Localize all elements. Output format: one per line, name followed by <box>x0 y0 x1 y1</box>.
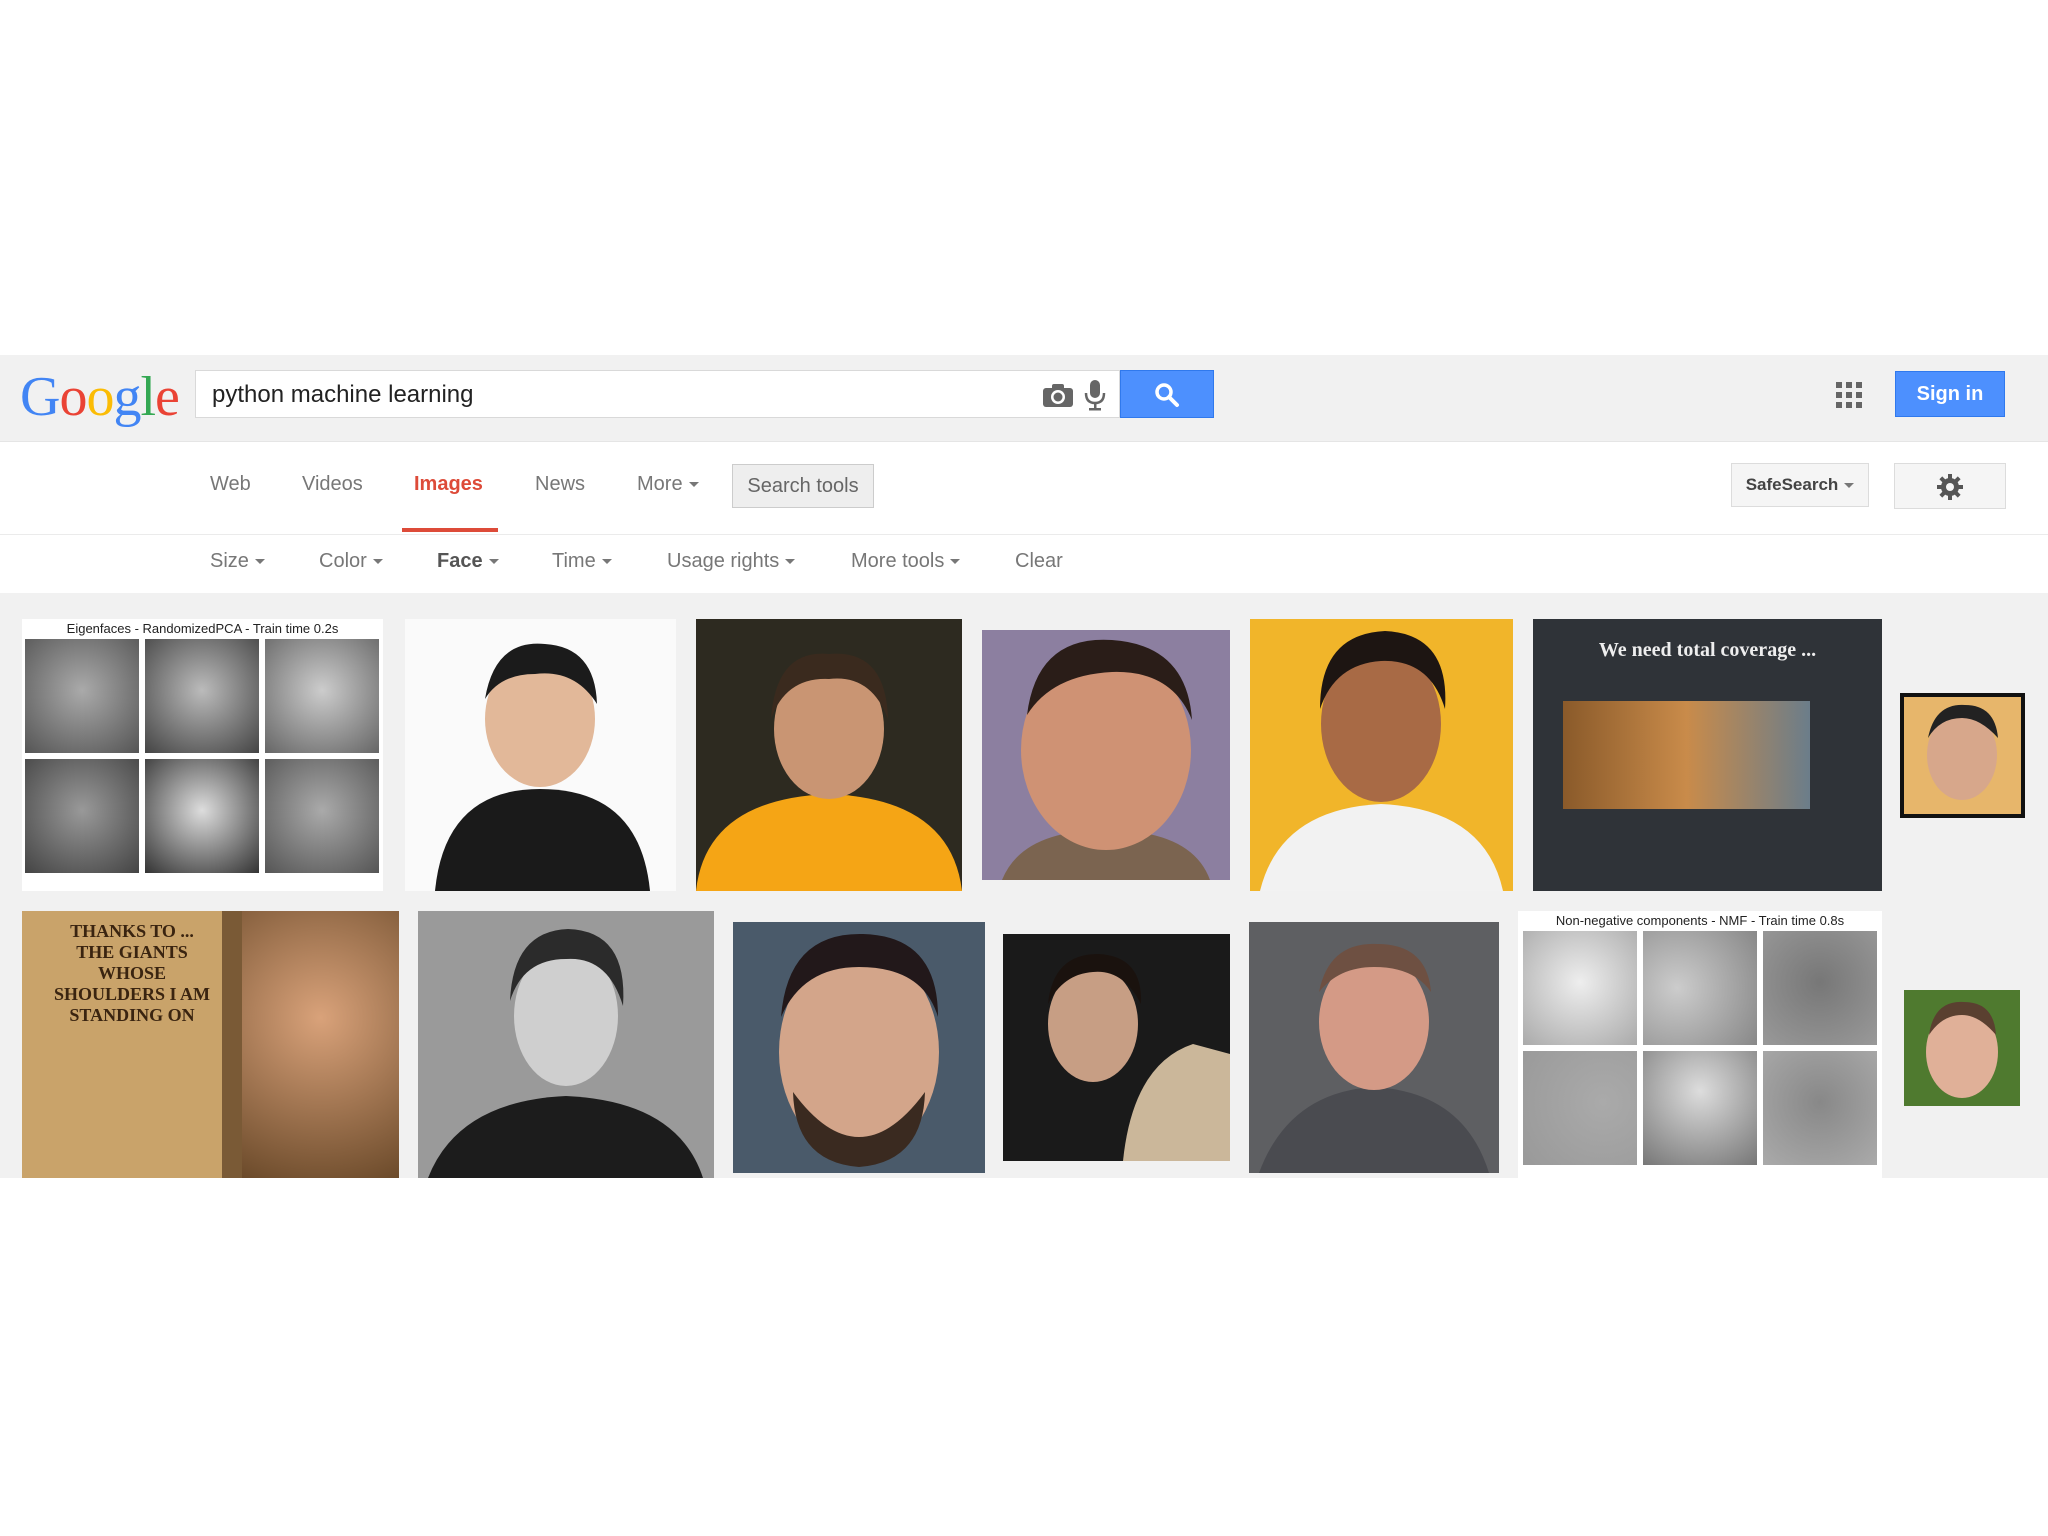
logo-letter: e <box>155 366 180 428</box>
tab-videos[interactable]: Videos <box>302 473 363 496</box>
search-button[interactable] <box>1120 370 1214 418</box>
tool-face[interactable]: Face <box>437 550 499 573</box>
portrait-image <box>1260 631 1503 891</box>
image-caption: Non-negative components - NMF - Train ti… <box>1518 913 1882 928</box>
portrait-image <box>1048 954 1230 1161</box>
portrait-image <box>435 643 650 891</box>
image-result-young-man[interactable] <box>1003 934 1230 1161</box>
image-result-man-glasses[interactable] <box>405 619 676 891</box>
image-caption: Eigenfaces - RandomizedPCA - Train time … <box>22 621 383 636</box>
portrait-image <box>428 929 703 1178</box>
chevron-down-icon <box>950 559 961 565</box>
gear-icon <box>1937 474 1963 500</box>
portrait-image <box>779 933 939 1167</box>
chevron-down-icon <box>372 559 383 565</box>
tab-more-label: More <box>637 473 683 495</box>
face-tile <box>1763 931 1877 1045</box>
giants-text: THANKS TO ... THE GIANTS WHOSE SHOULDERS… <box>53 921 211 1025</box>
image-result-small-smiling[interactable] <box>1904 990 2020 1106</box>
logo-letter: g <box>113 366 141 428</box>
tool-more-tools-label: More tools <box>851 550 945 572</box>
portrait-image <box>696 653 962 891</box>
logo-letter: o <box>59 366 87 428</box>
search-tools-button[interactable]: Search tools <box>732 464 874 508</box>
settings-button[interactable] <box>1894 463 2006 509</box>
image-result-small-face[interactable] <box>1900 693 2025 818</box>
camera-icon[interactable] <box>1041 381 1075 409</box>
tool-color-label: Color <box>319 550 367 572</box>
face-tile <box>265 759 379 873</box>
tool-clear[interactable]: Clear <box>1015 550 1063 573</box>
tool-time[interactable]: Time <box>552 550 612 573</box>
portrait-image <box>1002 639 1210 880</box>
face-tile <box>1643 1051 1757 1165</box>
tab-more[interactable]: More <box>637 473 699 496</box>
face-tile <box>1763 1051 1877 1165</box>
image-result-giants[interactable]: THANKS TO ... THE GIANTS WHOSE SHOULDERS… <box>22 911 399 1178</box>
microphone-icon[interactable] <box>1084 379 1106 411</box>
image-result-coverage[interactable]: We need total coverage ... <box>1533 619 1882 891</box>
portrait-image <box>1926 1001 1998 1098</box>
logo-letter: o <box>86 366 114 428</box>
search-box <box>195 370 1120 418</box>
face-tile <box>1523 931 1637 1045</box>
tool-time-label: Time <box>552 550 596 572</box>
tool-more-tools[interactable]: More tools <box>851 550 961 573</box>
tab-news[interactable]: News <box>535 473 585 496</box>
image-caption: We need total coverage ... <box>1598 639 1817 661</box>
image-result-man-white-shirt[interactable] <box>1250 619 1513 891</box>
image-result-bearded-man[interactable] <box>733 922 985 1173</box>
safesearch-label: SafeSearch <box>1745 475 1839 494</box>
painting-face <box>242 911 399 1178</box>
tab-images[interactable]: Images <box>414 473 483 496</box>
image-result-nmf[interactable]: Non-negative components - NMF - Train ti… <box>1518 911 1882 1178</box>
chevron-down-icon <box>688 482 699 488</box>
search-input[interactable] <box>210 377 1014 413</box>
safesearch-button[interactable]: SafeSearch <box>1731 463 1869 507</box>
face-tile <box>1643 931 1757 1045</box>
tool-usage-rights-label: Usage rights <box>667 550 780 572</box>
tab-web[interactable]: Web <box>210 473 251 496</box>
tool-face-label: Face <box>437 550 483 572</box>
face-tile <box>145 639 259 753</box>
logo-letter: G <box>20 366 60 428</box>
face-tile <box>25 759 139 873</box>
chevron-down-icon <box>601 559 612 565</box>
sign-in-button[interactable]: Sign in <box>1895 371 2005 417</box>
portrait-image <box>1904 697 2021 814</box>
chevron-down-icon <box>1844 483 1855 489</box>
portrait-image <box>1259 943 1489 1173</box>
image-result-older-man[interactable] <box>1249 922 1499 1173</box>
image-result-bw-man[interactable] <box>418 911 714 1178</box>
chevron-down-icon <box>254 559 265 565</box>
image-result-man-yellow-shirt[interactable] <box>696 619 962 891</box>
active-tab-indicator <box>402 528 498 532</box>
movie-still <box>1563 701 1810 809</box>
tool-usage-rights[interactable]: Usage rights <box>667 550 796 573</box>
google-logo[interactable]: Google <box>20 365 180 429</box>
chevron-down-icon <box>785 559 796 565</box>
image-result-eigenfaces[interactable]: Eigenfaces - RandomizedPCA - Train time … <box>22 619 383 891</box>
face-tile <box>1523 1051 1637 1165</box>
tool-color[interactable]: Color <box>319 550 383 573</box>
image-result-smiling-man[interactable] <box>982 630 1230 880</box>
face-tile <box>25 639 139 753</box>
face-tile <box>265 639 379 753</box>
face-tile <box>145 759 259 873</box>
chevron-down-icon <box>488 559 499 565</box>
apps-grid-icon[interactable] <box>1835 381 1863 409</box>
magnifier-icon <box>1155 383 1179 407</box>
tool-size-label: Size <box>210 550 249 572</box>
logo-letter: l <box>140 366 156 428</box>
tool-size[interactable]: Size <box>210 550 265 573</box>
